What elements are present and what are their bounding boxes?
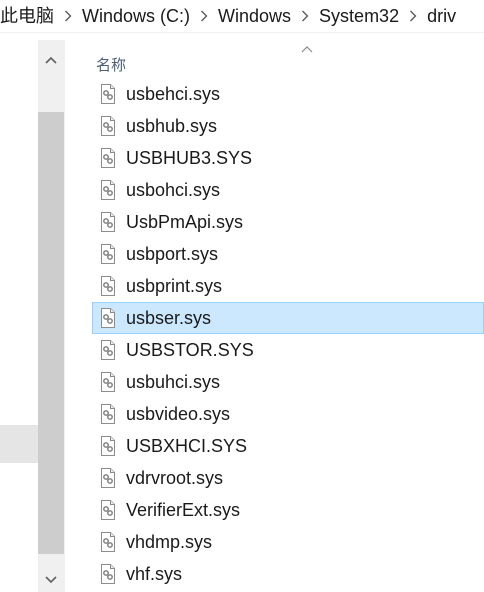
scrollbar-thumb[interactable]	[38, 112, 64, 554]
file-name: vhdmp.sys	[126, 531, 213, 552]
file-name: USBXHCI.SYS	[126, 435, 248, 456]
file-row[interactable]: UsbPmApi.sys	[92, 206, 484, 238]
chevron-right-icon[interactable]	[403, 0, 423, 32]
file-name: usbhub.sys	[126, 115, 218, 136]
breadcrumb-windows-c[interactable]: Windows (C:)	[78, 0, 194, 32]
file-name: vdrvroot.sys	[126, 467, 224, 488]
breadcrumb: 此电脑 Windows (C:) Windows System32 driv	[0, 0, 484, 33]
chevron-right-icon[interactable]	[194, 0, 214, 32]
chevron-right-icon[interactable]	[295, 0, 315, 32]
file-row[interactable]: usbohci.sys	[92, 174, 484, 206]
file-row[interactable]: vhf.sys	[92, 558, 484, 590]
breadcrumb-system32[interactable]: System32	[315, 0, 403, 32]
file-row[interactable]: usbport.sys	[92, 238, 484, 270]
file-name: vhf.sys	[126, 563, 183, 584]
system-file-icon	[101, 372, 115, 392]
file-name: usbvideo.sys	[126, 403, 231, 424]
file-name: usbuhci.sys	[126, 371, 221, 392]
system-file-icon	[101, 436, 115, 456]
file-row[interactable]: USBSTOR.SYS	[92, 334, 484, 366]
file-name: VerifierExt.sys	[126, 499, 241, 520]
file-row[interactable]: usbuhci.sys	[92, 366, 484, 398]
file-list: usbehci.sys usbhub.sys USBHUB3.SYS usboh…	[92, 78, 484, 590]
scroll-down-arrow-icon[interactable]	[38, 568, 64, 592]
system-file-icon	[101, 564, 115, 584]
scroll-up-arrow-icon[interactable]	[38, 48, 64, 72]
file-row[interactable]: usbhub.sys	[92, 110, 484, 142]
system-file-icon	[101, 148, 115, 168]
file-row[interactable]: usbehci.sys	[92, 78, 484, 110]
file-name: usbport.sys	[126, 243, 219, 264]
column-header-name[interactable]: 名称	[96, 54, 126, 75]
system-file-icon	[101, 244, 115, 264]
file-row[interactable]: usbprint.sys	[92, 270, 484, 302]
file-name: UsbPmApi.sys	[126, 211, 244, 232]
navigation-selected-item[interactable]	[0, 425, 38, 463]
breadcrumb-drivers[interactable]: driv	[423, 0, 460, 32]
file-row[interactable]: USBHUB3.SYS	[92, 142, 484, 174]
vertical-scrollbar[interactable]	[38, 40, 64, 592]
breadcrumb-this-pc[interactable]: 此电脑	[0, 0, 58, 32]
pane-divider	[64, 40, 65, 592]
file-row-selected[interactable]: usbser.sys	[92, 302, 484, 334]
file-name: USBSTOR.SYS	[126, 339, 254, 360]
system-file-icon	[101, 340, 115, 360]
chevron-right-icon[interactable]	[58, 0, 78, 32]
file-name: usbehci.sys	[126, 83, 221, 104]
system-file-icon	[101, 276, 115, 296]
file-name: usbser.sys	[126, 307, 212, 328]
system-file-icon	[101, 500, 115, 520]
file-name: usbohci.sys	[126, 179, 221, 200]
file-name: usbprint.sys	[126, 275, 223, 296]
breadcrumb-windows[interactable]: Windows	[214, 0, 295, 32]
system-file-icon	[101, 404, 115, 424]
system-file-icon	[101, 308, 115, 328]
system-file-icon	[101, 84, 115, 104]
system-file-icon	[101, 180, 115, 200]
file-row[interactable]: vdrvroot.sys	[92, 462, 484, 494]
system-file-icon	[101, 468, 115, 488]
system-file-icon	[101, 212, 115, 232]
sort-ascending-icon	[301, 46, 313, 53]
file-name: USBHUB3.SYS	[126, 147, 253, 168]
file-row[interactable]: VerifierExt.sys	[92, 494, 484, 526]
system-file-icon	[101, 532, 115, 552]
system-file-icon	[101, 116, 115, 136]
file-row[interactable]: usbvideo.sys	[92, 398, 484, 430]
file-row[interactable]: vhdmp.sys	[92, 526, 484, 558]
file-row[interactable]: USBXHCI.SYS	[92, 430, 484, 462]
navigation-pane[interactable]	[0, 33, 38, 589]
